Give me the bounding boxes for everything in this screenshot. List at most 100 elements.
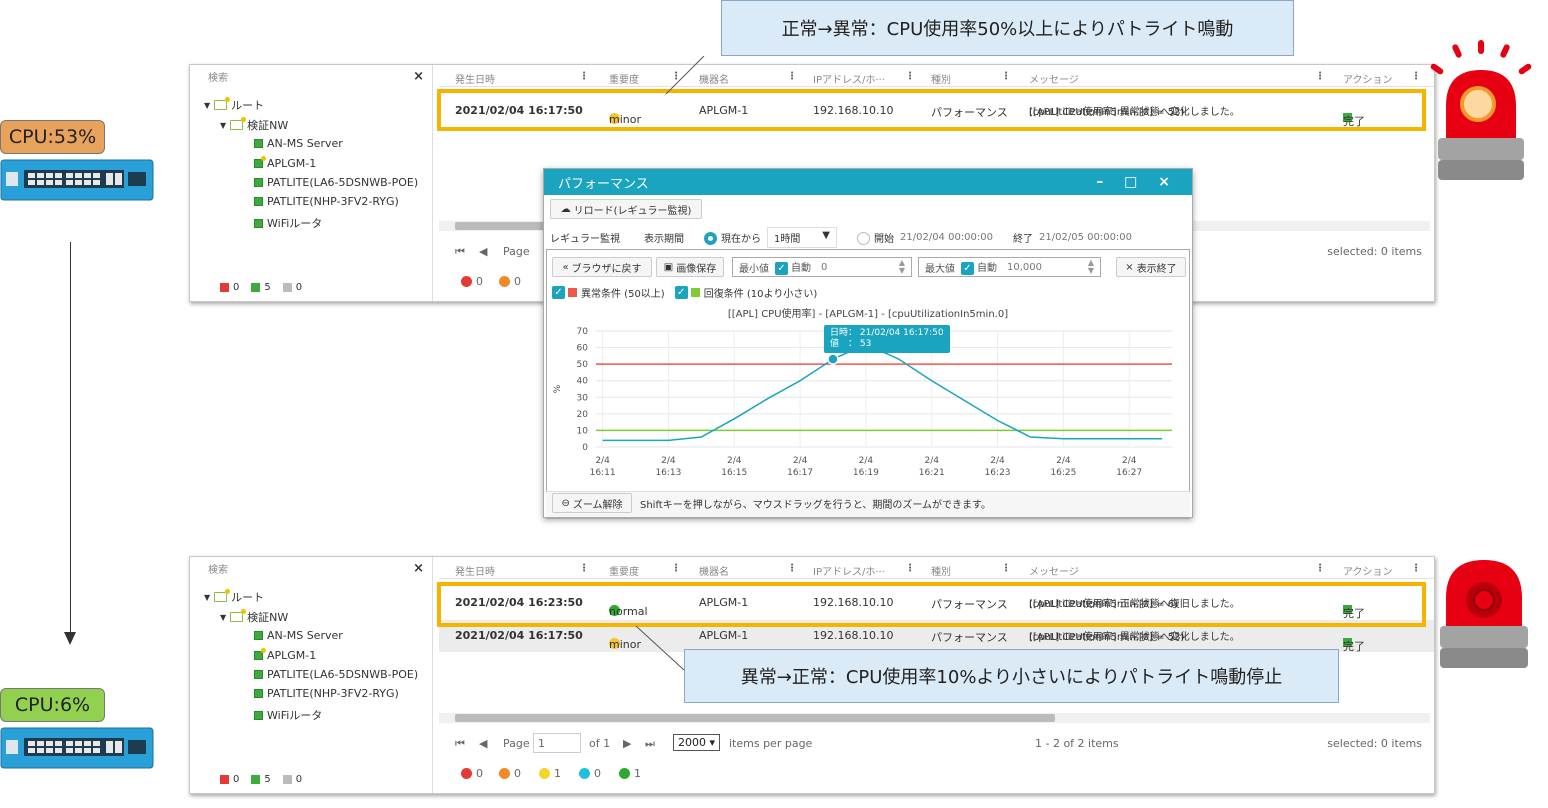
zoom-icon: ⊖: [561, 497, 570, 509]
caret-down-icon[interactable]: ▼: [220, 121, 226, 130]
start-field[interactable]: 21/02/04 00:00:00: [900, 232, 993, 243]
device-tree: 検索 × ▼ ルート ▼ 検証NW AN-MS Server APLGM-1 PATL…: [190, 65, 433, 301]
start-radio[interactable]: 開始: [857, 230, 894, 245]
column-menu-icon[interactable]: ⋮: [905, 71, 915, 82]
first-page-icon[interactable]: ⏮: [455, 737, 465, 751]
tree-item[interactable]: PATLITE(LA6-5DSNWB-POE): [254, 176, 418, 189]
caret-down-icon[interactable]: ▼: [204, 593, 210, 602]
tree-item[interactable]: AN-MS Server: [254, 137, 343, 150]
zoom-reset-button[interactable]: ⊖ ズーム解除: [552, 493, 632, 513]
tree-node-group[interactable]: ▼ 検証NW: [220, 609, 288, 625]
col-type[interactable]: 種別: [931, 563, 951, 578]
min-auto-checkbox[interactable]: ✓ 自動: [775, 259, 811, 275]
column-menu-icon[interactable]: ⋮: [671, 563, 681, 574]
tree-item[interactable]: WiFiルータ: [254, 215, 322, 231]
spinner-icon[interactable]: ▲ ▼: [1088, 259, 1094, 275]
column-menu-icon[interactable]: ⋮: [787, 563, 797, 574]
y-tick-label: 0: [582, 443, 588, 453]
col-datetime[interactable]: 発生日時: [455, 71, 495, 86]
column-menu-icon[interactable]: ⋮: [1001, 563, 1011, 574]
tree-node-root[interactable]: ▼ ルート: [204, 97, 264, 113]
abnormal-condition-checkbox[interactable]: ✓ 異常条件 (50以上): [552, 285, 665, 300]
col-ip[interactable]: IPアドレス/ホ···: [813, 563, 885, 578]
col-type[interactable]: 種別: [931, 71, 951, 86]
folder-icon: [214, 589, 231, 602]
max-value-input[interactable]: 10,000: [1007, 262, 1042, 273]
caret-down-icon[interactable]: ▼: [204, 101, 210, 110]
tree-search-label[interactable]: 検索: [208, 69, 228, 84]
x-tick-label-date: 2/4: [990, 456, 1005, 466]
col-message[interactable]: メッセージ: [1029, 563, 1079, 578]
tree-node-root[interactable]: ▼ ルート: [204, 589, 264, 605]
spinner-icon[interactable]: ▲ ▼: [899, 259, 905, 275]
column-menu-icon[interactable]: ⋮: [787, 71, 797, 82]
callout-pointer-top: [665, 56, 705, 95]
tree-item[interactable]: PATLITE(LA6-5DSNWB-POE): [254, 668, 418, 681]
performance-titlebar[interactable]: パフォーマンス – □ ×: [544, 169, 1192, 195]
close-icon[interactable]: ×: [413, 69, 424, 84]
tree-item[interactable]: APLGM-1: [254, 648, 316, 662]
callout-abnormal: 正常→異常：CPU使用率50%以上によりパトライト鳴動: [721, 0, 1294, 56]
col-datetime[interactable]: 発生日時: [455, 563, 495, 578]
save-image-button[interactable]: ▣ 画像保存: [656, 257, 724, 277]
x-tick-label-date: 2/4: [1122, 456, 1137, 466]
col-device[interactable]: 機器名: [699, 563, 729, 578]
col-action[interactable]: アクション: [1343, 71, 1393, 86]
tree-search-label[interactable]: 検索: [208, 561, 228, 576]
x-tick-label-date: 2/4: [793, 456, 808, 466]
x-tick-label-time: 16:23: [985, 468, 1011, 478]
x-tick-label-time: 16:11: [590, 468, 616, 478]
range-select[interactable]: 1時間 ▼: [767, 226, 837, 248]
folder-icon: [230, 609, 247, 622]
prev-page-icon[interactable]: ◀: [479, 245, 487, 258]
end-field[interactable]: 21/02/05 00:00:00: [1039, 232, 1132, 243]
tree-item[interactable]: PATLITE(NHP-3FV2-RYG): [254, 687, 399, 700]
device-status-icon: [254, 156, 266, 168]
window-controls[interactable]: – □ ×: [1096, 174, 1178, 190]
col-action[interactable]: アクション: [1343, 563, 1393, 578]
x-tick-label-time: 16:25: [1050, 468, 1076, 478]
last-page-icon[interactable]: ⏭: [645, 737, 655, 751]
column-menu-icon[interactable]: ⋮: [1315, 563, 1325, 574]
tree-item[interactable]: AN-MS Server: [254, 629, 343, 642]
tree-item[interactable]: APLGM-1: [254, 156, 316, 170]
reload-button[interactable]: ☁ リロード(レギュラー監視): [550, 199, 702, 219]
column-menu-icon[interactable]: ⋮: [579, 71, 589, 82]
tree-item[interactable]: WiFiルータ: [254, 707, 322, 723]
first-page-icon[interactable]: ⏮: [455, 245, 465, 259]
col-severity[interactable]: 重要度: [609, 71, 639, 86]
switch-device-top: [0, 159, 154, 201]
tree-node-group[interactable]: ▼ 検証NW: [220, 117, 288, 133]
close-icon[interactable]: ×: [413, 561, 424, 576]
column-menu-icon[interactable]: ⋮: [1411, 71, 1421, 82]
col-message[interactable]: メッセージ: [1029, 71, 1079, 86]
page-input[interactable]: 1: [533, 733, 581, 753]
next-page-icon[interactable]: ▶: [623, 737, 631, 750]
series-line: [602, 343, 1163, 442]
x-tick-label-time: 16:21: [919, 468, 945, 478]
recovery-condition-checkbox[interactable]: ✓ 回復条件 (10より小さい): [674, 285, 817, 300]
column-menu-icon[interactable]: ⋮: [905, 563, 915, 574]
min-value-input[interactable]: 0: [821, 262, 827, 273]
back-to-browser-button[interactable]: «ブラウザに戻す: [552, 257, 652, 277]
tree-status-summary: 0 5 0: [220, 774, 302, 785]
per-page-select[interactable]: 2000 ▾: [673, 734, 721, 751]
y-tick-label: 10: [577, 426, 589, 436]
prev-page-icon[interactable]: ◀: [479, 737, 487, 750]
horizontal-scrollbar[interactable]: [439, 713, 1430, 723]
x-tick-label-date: 2/4: [1056, 456, 1071, 466]
tree-item[interactable]: PATLITE(NHP-3FV2-RYG): [254, 195, 399, 208]
col-severity[interactable]: 重要度: [609, 563, 639, 578]
column-menu-icon[interactable]: ⋮: [1315, 71, 1325, 82]
column-menu-icon[interactable]: ⋮: [579, 563, 589, 574]
item-range: 1 - 2 of 2 items: [1035, 737, 1119, 750]
y-tick-label: 30: [577, 393, 589, 403]
close-view-button[interactable]: × 表示終了: [1116, 257, 1186, 277]
cloud-download-icon: ☁: [560, 203, 571, 215]
max-auto-checkbox[interactable]: ✓ 自動: [961, 259, 997, 275]
caret-down-icon[interactable]: ▼: [220, 613, 226, 622]
column-menu-icon[interactable]: ⋮: [1411, 563, 1421, 574]
column-menu-icon[interactable]: ⋮: [1001, 71, 1011, 82]
from-now-radio[interactable]: 現在から: [704, 230, 761, 245]
col-ip[interactable]: IPアドレス/ホ···: [813, 71, 885, 86]
